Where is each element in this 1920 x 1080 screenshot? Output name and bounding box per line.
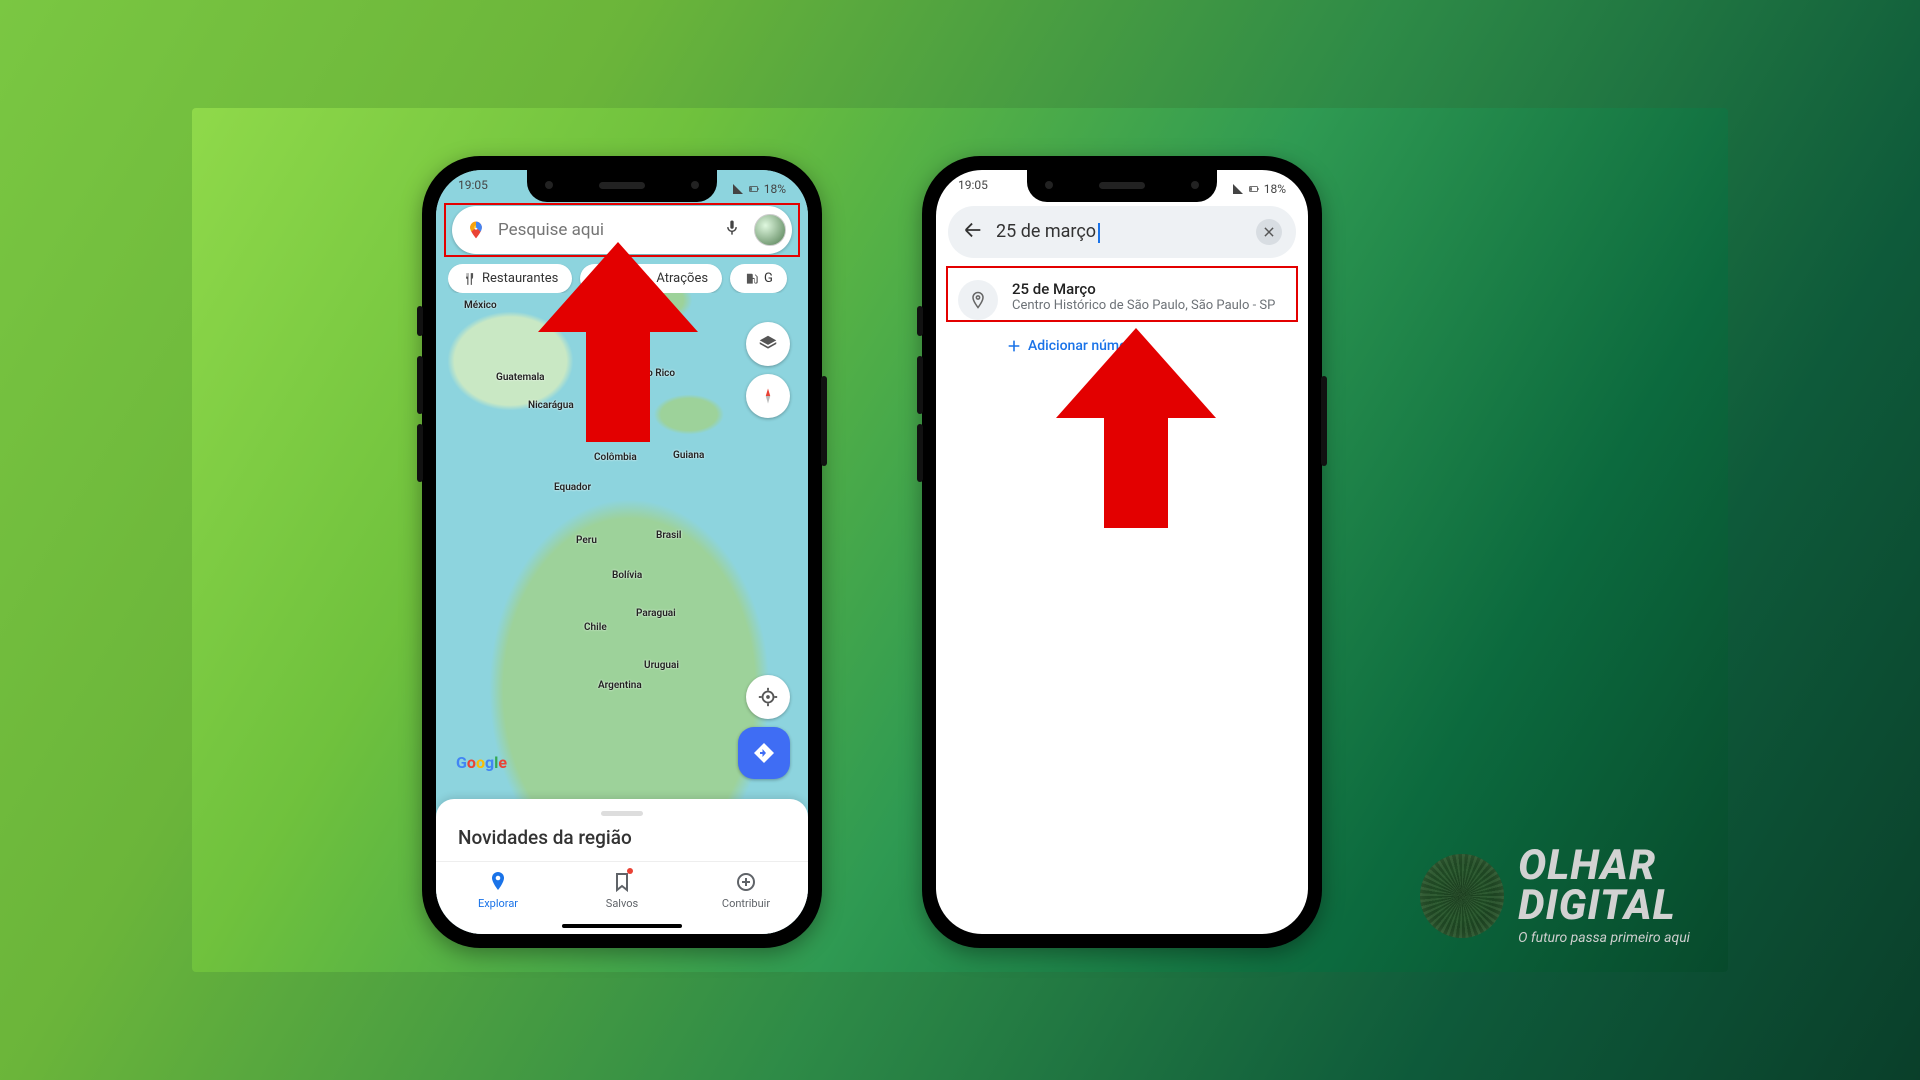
layers-button[interactable] <box>746 322 790 366</box>
brand-line2: DIGITAL <box>1518 881 1676 930</box>
bottom-sheet[interactable]: Novidades da região Explorar Salvos <box>436 799 808 934</box>
chip-label: Restaurantes <box>482 271 558 286</box>
result-subtitle: Centro Histórico de São Paulo, São Paulo… <box>1012 298 1275 313</box>
map-label: Argentina <box>598 680 642 691</box>
camera-icon <box>636 272 650 286</box>
map-label: Bolívia <box>612 570 642 581</box>
chip-partial[interactable] <box>580 264 614 293</box>
map-label: Equador <box>554 482 591 493</box>
tab-saved[interactable]: Salvos <box>560 862 684 922</box>
search-placeholder: Pesquise aqui <box>498 220 710 240</box>
search-bar[interactable]: Pesquise aqui <box>452 206 792 254</box>
battery-icon <box>748 183 760 195</box>
home-indicator <box>562 924 682 928</box>
signal-icon <box>732 183 744 195</box>
search-query: 25 de março <box>996 221 1244 242</box>
hotel-icon <box>590 272 604 286</box>
side-button <box>417 306 423 336</box>
map-label: Chile <box>584 622 607 633</box>
chip-label: Atrações <box>656 271 708 286</box>
search-bar[interactable]: 25 de março <box>948 206 1296 258</box>
phone-left: 19:05 18% México Guatemala Nicarágua Por… <box>422 156 822 948</box>
clear-button[interactable] <box>1256 219 1282 245</box>
battery-icon <box>1248 183 1260 195</box>
brand-watermark: OLHARDIGITAL O futuro passa primeiro aqu… <box>1420 846 1690 946</box>
drag-handle[interactable] <box>601 811 643 816</box>
plus-icon <box>1006 338 1022 354</box>
close-icon <box>1262 225 1276 239</box>
side-button <box>821 376 827 466</box>
map-label: Uruguai <box>644 660 679 671</box>
chip-attractions[interactable]: Atrações <box>622 264 722 293</box>
compass-icon <box>759 387 777 405</box>
tab-explore[interactable]: Explorar <box>436 862 560 922</box>
phone-right: 19:05 18% 25 de março <box>922 156 1322 948</box>
sheet-title: Novidades da região <box>436 826 808 861</box>
side-button <box>1321 376 1327 466</box>
annotation-arrow-icon <box>1056 328 1216 528</box>
tab-bar: Explorar Salvos Contribuir <box>436 861 808 922</box>
plus-circle-icon <box>734 870 758 894</box>
map-label: Guatemala <box>496 372 545 383</box>
signal-icon <box>1232 183 1244 195</box>
tab-label: Salvos <box>606 897 638 910</box>
brand-tagline: O futuro passa primeiro aqui <box>1518 930 1690 946</box>
map-label: Colômbia <box>594 452 637 463</box>
side-button <box>417 356 423 414</box>
side-button <box>917 356 923 414</box>
map-label: Peru <box>576 535 597 546</box>
gas-icon <box>744 272 758 286</box>
map-label: Guiana <box>673 450 704 461</box>
google-watermark: Google <box>456 753 507 772</box>
compass-button[interactable] <box>746 374 790 418</box>
map-label: Paraguai <box>636 608 676 619</box>
side-button <box>417 424 423 482</box>
back-icon[interactable] <box>962 219 984 245</box>
add-number-link[interactable]: Adicionar número <box>1006 338 1139 354</box>
layers-icon <box>757 333 779 355</box>
status-time: 19:05 <box>458 178 488 200</box>
maps-pin-icon <box>466 220 486 240</box>
map-label: Nicarágua <box>528 400 574 411</box>
phone-notch <box>1027 170 1217 202</box>
search-result[interactable]: 25 de Março Centro Histórico de São Paul… <box>950 270 1294 330</box>
map-label: Porto Rico <box>628 368 675 379</box>
category-chips: Restaurantes Atrações G <box>448 264 808 293</box>
brand-logo-icon <box>1420 854 1504 938</box>
avatar[interactable] <box>754 214 786 246</box>
fork-knife-icon <box>462 272 476 286</box>
phone-notch <box>527 170 717 202</box>
map-label: México <box>464 300 497 311</box>
chip-label: G <box>764 271 773 286</box>
canvas: 19:05 18% México Guatemala Nicarágua Por… <box>192 108 1728 972</box>
my-location-button[interactable] <box>746 675 790 719</box>
chip-restaurants[interactable]: Restaurantes <box>448 264 572 293</box>
directions-button[interactable] <box>738 727 790 779</box>
tab-contribute[interactable]: Contribuir <box>684 862 808 922</box>
chip-gas[interactable]: G <box>730 264 787 293</box>
status-battery: 18% <box>764 182 786 196</box>
side-button <box>917 424 923 482</box>
directions-icon <box>752 741 776 765</box>
side-button <box>917 306 923 336</box>
crosshair-icon <box>757 686 779 708</box>
tab-label: Explorar <box>478 897 518 910</box>
add-number-label: Adicionar número <box>1028 338 1139 354</box>
result-title: 25 de Março <box>1012 280 1275 298</box>
map-label: Brasil <box>656 530 682 541</box>
notification-dot <box>627 868 633 874</box>
tab-label: Contribuir <box>722 897 770 910</box>
status-battery: 18% <box>1264 182 1286 196</box>
pin-icon <box>486 870 510 894</box>
status-time: 19:05 <box>958 178 988 200</box>
pin-outline-icon <box>958 280 998 320</box>
mic-icon[interactable] <box>722 218 742 242</box>
